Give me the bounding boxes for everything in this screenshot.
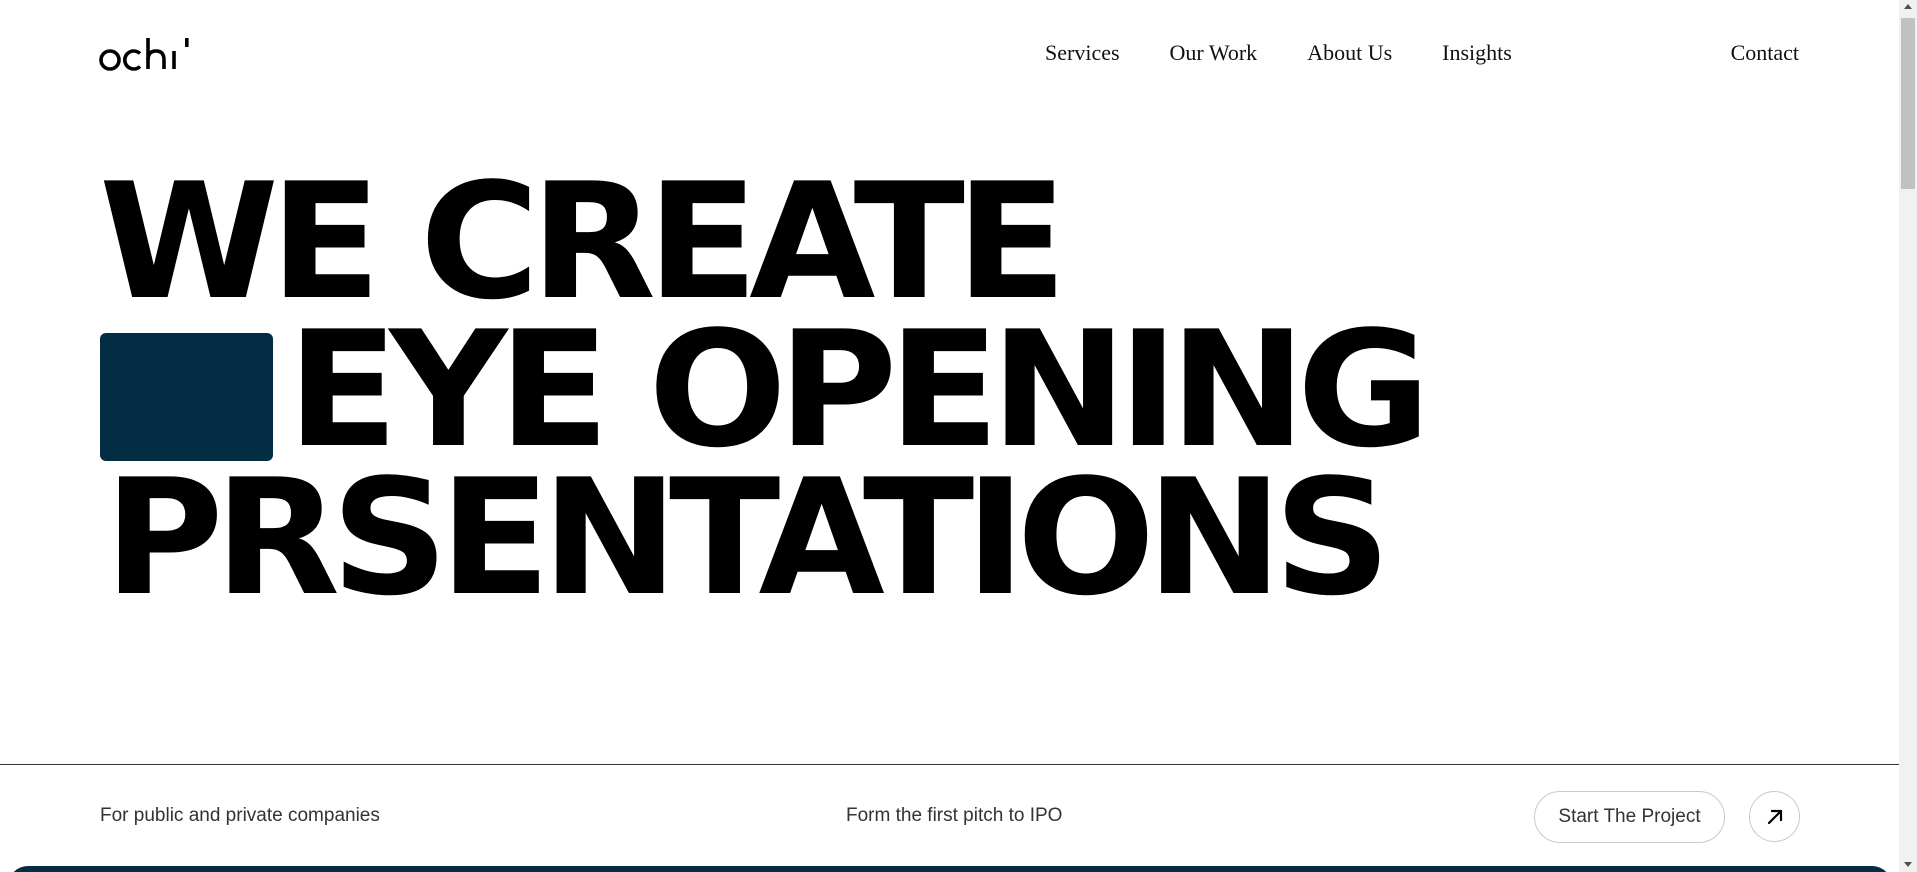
info-pitch-text: Form the first pitch to IPO <box>846 805 1063 826</box>
nav-about-us-link[interactable]: About Us <box>1307 40 1392 66</box>
hero-heading-line-3: PRSENTATIONS <box>104 444 1391 631</box>
info-companies-text: For public and private companies <box>100 805 380 826</box>
nav-insights-link[interactable]: Insights <box>1442 40 1512 66</box>
scroll-up-arrow-icon[interactable] <box>1904 4 1912 9</box>
nav-services-link[interactable]: Services <box>1045 40 1120 66</box>
hero-image-block <box>100 333 273 461</box>
scrollbar-thumb[interactable] <box>1901 18 1915 189</box>
nav-our-work-link[interactable]: Our Work <box>1170 40 1258 66</box>
arrow-up-right-icon <box>1767 809 1782 824</box>
page-scrollbar[interactable] <box>1899 0 1917 872</box>
main-nav: Services Our Work About Us Insights <box>1045 40 1512 66</box>
next-section-preview <box>8 866 1892 872</box>
start-project-arrow-button[interactable] <box>1749 791 1800 842</box>
nav-contact-link[interactable]: Contact <box>1731 40 1799 66</box>
start-project-button[interactable]: Start The Project <box>1534 791 1725 843</box>
section-divider <box>0 764 1899 765</box>
ochi-logo[interactable]: ochi <box>99 34 191 76</box>
scroll-down-arrow-icon[interactable] <box>1904 862 1912 867</box>
